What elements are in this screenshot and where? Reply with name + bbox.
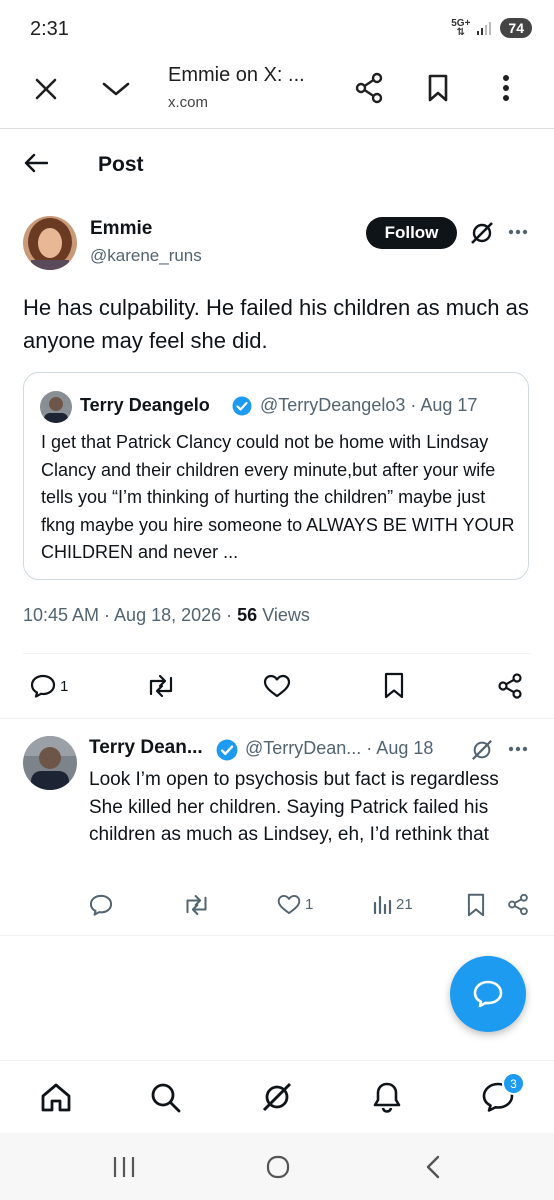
quote-text: I get that Patrick Clancy could not be h… xyxy=(41,432,515,562)
browser-toolbar: Emmie on X: ... x.com xyxy=(0,56,554,129)
post-header: Post xyxy=(0,130,554,198)
like-icon[interactable] xyxy=(263,674,291,698)
grok-icon[interactable] xyxy=(261,1081,293,1113)
quoted-tweet[interactable]: Terry Deangelo @TerryDeangelo3 · Aug 17 … xyxy=(23,372,529,580)
views-button[interactable]: 21 xyxy=(372,894,413,914)
views-label: Views xyxy=(257,605,310,625)
reply-author-name[interactable]: Terry Dean... xyxy=(89,737,203,759)
search-icon[interactable] xyxy=(150,1082,182,1114)
header-title: Post xyxy=(98,153,144,176)
reply-handle-date[interactable]: @TerryDean... · Aug 18 xyxy=(245,738,433,759)
reply-icon xyxy=(30,674,56,698)
divider xyxy=(0,718,554,719)
chevron-down-icon[interactable] xyxy=(102,81,130,97)
signal-icon xyxy=(477,22,492,35)
more-horizontal-icon[interactable] xyxy=(508,229,528,235)
battery-indicator: 74 xyxy=(500,18,532,38)
reply-text: Look I’m open to psychosis but fact is r… xyxy=(89,769,499,845)
reply-icon[interactable] xyxy=(89,894,113,916)
divider xyxy=(23,653,531,654)
compose-reply-button[interactable] xyxy=(450,956,526,1032)
chat-bubble-icon xyxy=(473,980,503,1008)
grok-icon[interactable] xyxy=(471,739,493,761)
views-count: 56 xyxy=(237,605,258,625)
back-arrow-icon[interactable] xyxy=(24,153,48,173)
messages-badge: 3 xyxy=(502,1072,525,1095)
avatar[interactable] xyxy=(23,216,77,270)
quote-avatar[interactable] xyxy=(40,391,72,423)
analytics-icon xyxy=(373,895,392,914)
recent-apps-icon[interactable] xyxy=(112,1156,136,1178)
more-horizontal-icon[interactable] xyxy=(508,746,528,752)
home-icon[interactable] xyxy=(40,1083,72,1113)
page-url: x.com xyxy=(168,94,209,111)
quote-author-name: Terry Deangelo xyxy=(80,395,210,415)
share-icon[interactable] xyxy=(354,72,384,104)
verified-badge-icon xyxy=(216,739,238,761)
quote-handle-date: @TerryDeangelo3 · Aug 17 xyxy=(260,395,478,415)
divider xyxy=(0,935,554,936)
like-icon xyxy=(277,894,301,915)
bookmark-icon[interactable] xyxy=(384,672,404,699)
more-vertical-icon[interactable] xyxy=(502,74,510,102)
reply-count: 1 xyxy=(60,677,69,695)
share-icon[interactable] xyxy=(507,893,529,916)
like-count: 1 xyxy=(305,896,314,913)
status-time: 2:31 xyxy=(30,18,69,40)
retweet-icon[interactable] xyxy=(183,894,210,916)
home-circle-icon[interactable] xyxy=(266,1155,290,1179)
tweet-text: He has culpability. He failed his childr… xyxy=(23,295,529,353)
tweet-timestamp: 10:45 AM · Aug 18, 2026 · xyxy=(23,605,238,625)
bookmark-icon[interactable] xyxy=(467,893,485,917)
tweet-meta: 10:45 AM · Aug 18, 2026 · 56 Views xyxy=(23,605,310,626)
author-name[interactable]: Emmie xyxy=(90,218,152,240)
bottom-navigation xyxy=(0,1060,554,1133)
views-count: 21 xyxy=(396,895,413,913)
system-navigation-bar xyxy=(0,1133,554,1200)
notifications-bell-icon[interactable] xyxy=(372,1081,402,1113)
retweet-icon[interactable] xyxy=(146,674,176,698)
reply-avatar[interactable] xyxy=(23,736,77,790)
follow-button[interactable]: Follow xyxy=(366,217,457,249)
reply-button[interactable]: 1 xyxy=(30,674,68,698)
status-bar: 2:31 5G+ ⇅ 74 xyxy=(0,0,554,56)
share-icon[interactable] xyxy=(497,673,523,699)
page-title: Emmie on X: ... xyxy=(168,64,305,86)
bookmark-icon[interactable] xyxy=(427,74,449,102)
verified-badge-icon xyxy=(232,396,252,416)
close-icon[interactable] xyxy=(35,78,57,100)
author-handle[interactable]: @karene_runs xyxy=(90,246,202,266)
like-button[interactable]: 1 xyxy=(277,894,313,915)
back-chevron-icon[interactable] xyxy=(425,1155,441,1179)
grok-icon[interactable] xyxy=(470,221,494,245)
network-indicator: 5G+ ⇅ xyxy=(451,18,471,38)
